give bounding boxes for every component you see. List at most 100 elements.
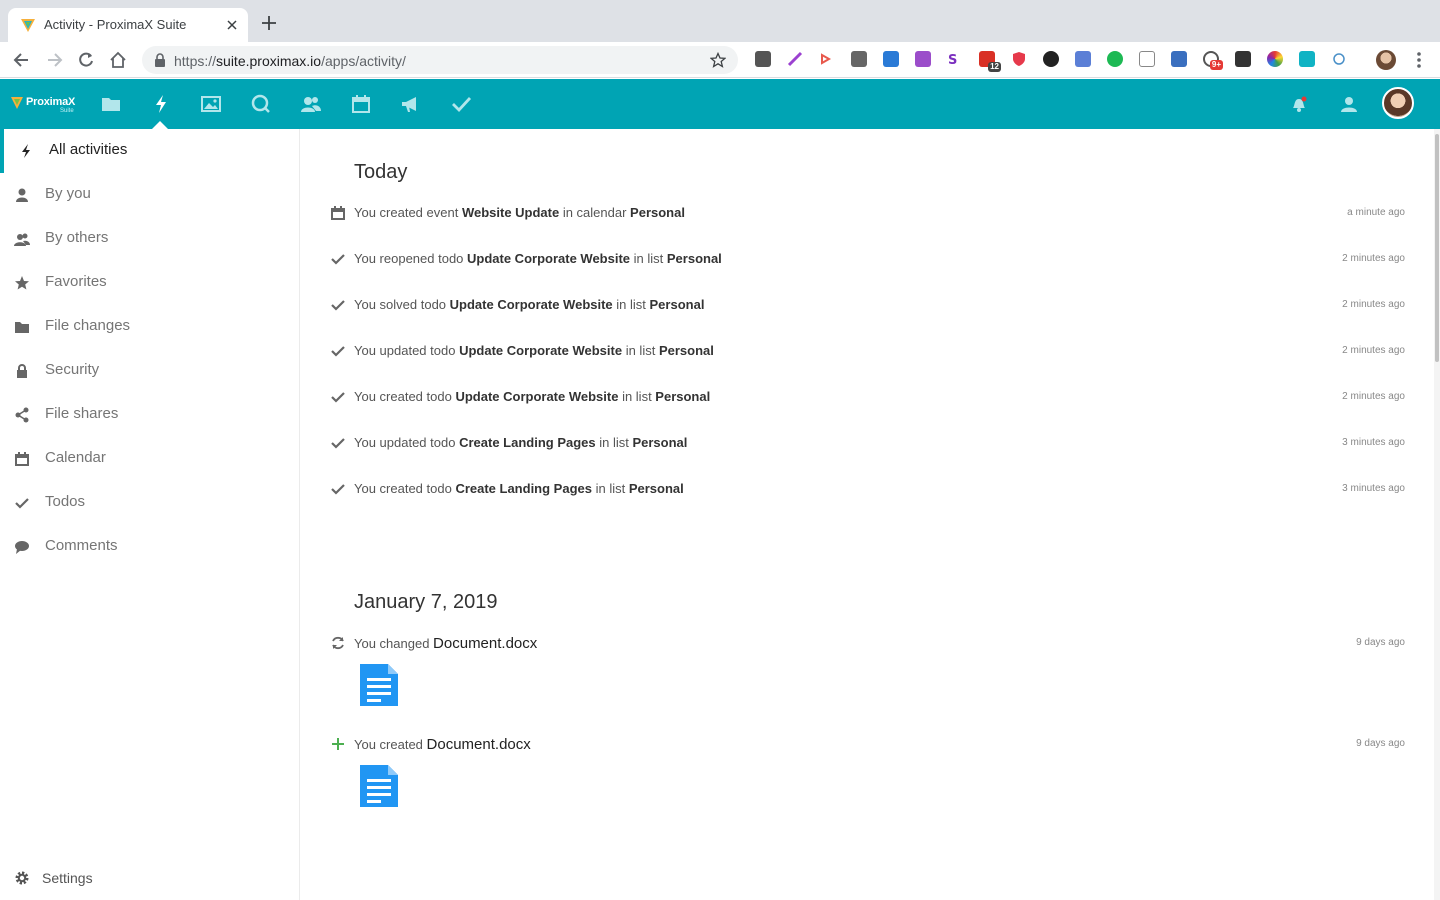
extension-icon[interactable] <box>915 51 931 67</box>
app-header: ProximaX Suite <box>0 79 1440 129</box>
forward-icon[interactable] <box>44 50 64 70</box>
activity-object-link[interactable]: Create Landing Pages <box>455 481 592 496</box>
activity-text: You updated todo Update Corporate Websit… <box>354 343 714 358</box>
sidebar-item-all-activities[interactable]: All activities <box>0 129 299 173</box>
search-icon[interactable] <box>250 93 272 115</box>
tasks-icon[interactable] <box>450 93 472 115</box>
activity-icon[interactable] <box>150 93 172 115</box>
sidebar-item-file-changes[interactable]: File changes <box>0 305 299 349</box>
extension-icon[interactable] <box>1043 51 1059 67</box>
gear-icon <box>15 871 29 885</box>
activity-object-link[interactable]: Create Landing Pages <box>459 435 596 450</box>
sidebar-item-label: By others <box>45 229 109 246</box>
browser-profile-avatar[interactable] <box>1376 50 1396 70</box>
user-avatar[interactable] <box>1382 87 1414 119</box>
activity-item: You created Document.docx 9 days ago <box>330 729 1405 759</box>
extension-icon[interactable] <box>819 51 835 67</box>
extension-icon[interactable] <box>851 51 867 67</box>
activity-item: You reopened todo Update Corporate Websi… <box>330 244 1405 274</box>
file-link[interactable]: Document.docx <box>427 736 531 753</box>
more-vert-icon[interactable] <box>1410 50 1428 70</box>
close-icon[interactable] <box>224 17 240 33</box>
activity-text: You created Document.docx <box>354 736 531 753</box>
sidebar-item-todos[interactable]: Todos <box>0 481 299 525</box>
document-icon[interactable] <box>358 662 400 708</box>
extension-icon[interactable] <box>1235 51 1251 67</box>
announcements-icon[interactable] <box>400 93 422 115</box>
sidebar-item-calendar[interactable]: Calendar <box>0 437 299 481</box>
activity-target-link[interactable]: Personal <box>655 389 710 404</box>
activity-text: You created todo Update Corporate Websit… <box>354 389 711 404</box>
back-icon[interactable] <box>12 50 32 70</box>
folder-icon <box>15 322 29 333</box>
notifications-icon[interactable] <box>1288 93 1310 115</box>
activity-stream: Today You created event Website Update i… <box>300 129 1434 900</box>
browser-tab[interactable]: Activity - ProximaX Suite <box>8 8 248 42</box>
activity-target-link[interactable]: Personal <box>667 251 722 266</box>
contacts-menu-icon[interactable] <box>1338 93 1360 115</box>
scrollbar-thumb[interactable] <box>1435 134 1439 362</box>
bookmark-star-icon[interactable] <box>710 52 726 68</box>
new-tab-icon[interactable] <box>260 14 278 32</box>
reload-icon[interactable] <box>76 50 96 70</box>
home-icon[interactable] <box>108 50 128 70</box>
address-bar[interactable]: https://suite.proximax.io/apps/activity/ <box>142 46 738 74</box>
extension-icon[interactable] <box>1107 51 1123 67</box>
activity-object-link[interactable]: Update Corporate Website <box>450 297 613 312</box>
activity-object-link[interactable]: Website Update <box>462 205 559 220</box>
refresh-icon <box>332 636 344 650</box>
url-text: https://suite.proximax.io/apps/activity/ <box>174 53 406 69</box>
sidebar-item-label: Calendar <box>45 449 106 466</box>
activity-item: You created event Website Update in cale… <box>330 198 1405 228</box>
settings-button[interactable]: Settings <box>0 862 299 894</box>
gallery-icon[interactable] <box>200 93 222 115</box>
activity-object-link[interactable]: Update Corporate Website <box>467 251 630 266</box>
sidebar-item-by-others[interactable]: By others <box>0 217 299 261</box>
sidebar-item-by-you[interactable]: By you <box>0 173 299 217</box>
sidebar-item-security[interactable]: Security <box>0 349 299 393</box>
sidebar-item-file-shares[interactable]: File shares <box>0 393 299 437</box>
extension-icon[interactable] <box>1299 51 1315 67</box>
calendar-icon[interactable] <box>350 93 372 115</box>
file-link[interactable]: Document.docx <box>433 635 537 652</box>
activity-target-link[interactable]: Personal <box>629 481 684 496</box>
extension-icon[interactable] <box>883 51 899 67</box>
activity-text: You solved todo Update Corporate Website… <box>354 297 705 312</box>
extension-icon[interactable] <box>1331 51 1347 67</box>
activity-target-link[interactable]: Personal <box>632 435 687 450</box>
activity-target-link[interactable]: Personal <box>630 205 685 220</box>
lock-icon <box>155 53 165 67</box>
extension-icon[interactable] <box>755 51 771 67</box>
sidebar-item-comments[interactable]: Comments <box>0 525 299 569</box>
extension-icon[interactable] <box>1075 51 1091 67</box>
calendar-icon <box>331 206 345 220</box>
extension-icon[interactable]: 12 <box>979 51 1001 72</box>
feather-extension-icon[interactable] <box>787 51 803 67</box>
activity-target-link[interactable]: Personal <box>650 297 705 312</box>
svg-text:S: S <box>948 53 957 67</box>
contacts-icon[interactable] <box>300 93 322 115</box>
sidebar-item-label: Security <box>45 361 100 378</box>
color-picker-extension-icon[interactable] <box>1267 51 1283 67</box>
files-icon[interactable] <box>100 93 122 115</box>
sidebar-item-favorites[interactable]: Favorites <box>0 261 299 305</box>
document-icon[interactable] <box>358 763 400 809</box>
proximax-logo[interactable]: ProximaX Suite <box>10 94 76 116</box>
extension-icon[interactable] <box>1139 51 1155 67</box>
sidebar-item-label: All activities <box>49 141 128 158</box>
extension-icon[interactable]: 9+ <box>1203 51 1223 70</box>
sidebar-item-label: Comments <box>45 537 118 554</box>
activity-item: You solved todo Update Corporate Website… <box>330 290 1405 320</box>
shield-extension-icon[interactable] <box>1011 51 1027 67</box>
activity-object-link[interactable]: Update Corporate Website <box>459 343 622 358</box>
sidebar-item-label: Todos <box>45 493 86 510</box>
extension-icon[interactable]: S <box>947 51 963 68</box>
logo-subtext: Suite <box>60 108 74 114</box>
activity-target-link[interactable]: Personal <box>659 343 714 358</box>
activity-text: You reopened todo Update Corporate Websi… <box>354 251 722 266</box>
activity-timestamp: 3 minutes ago <box>1342 483 1405 494</box>
activity-object-link[interactable]: Update Corporate Website <box>455 389 618 404</box>
comment-icon <box>15 541 29 554</box>
activity-item: You created todo Create Landing Pages in… <box>330 474 1405 504</box>
extension-icon[interactable] <box>1171 51 1187 67</box>
